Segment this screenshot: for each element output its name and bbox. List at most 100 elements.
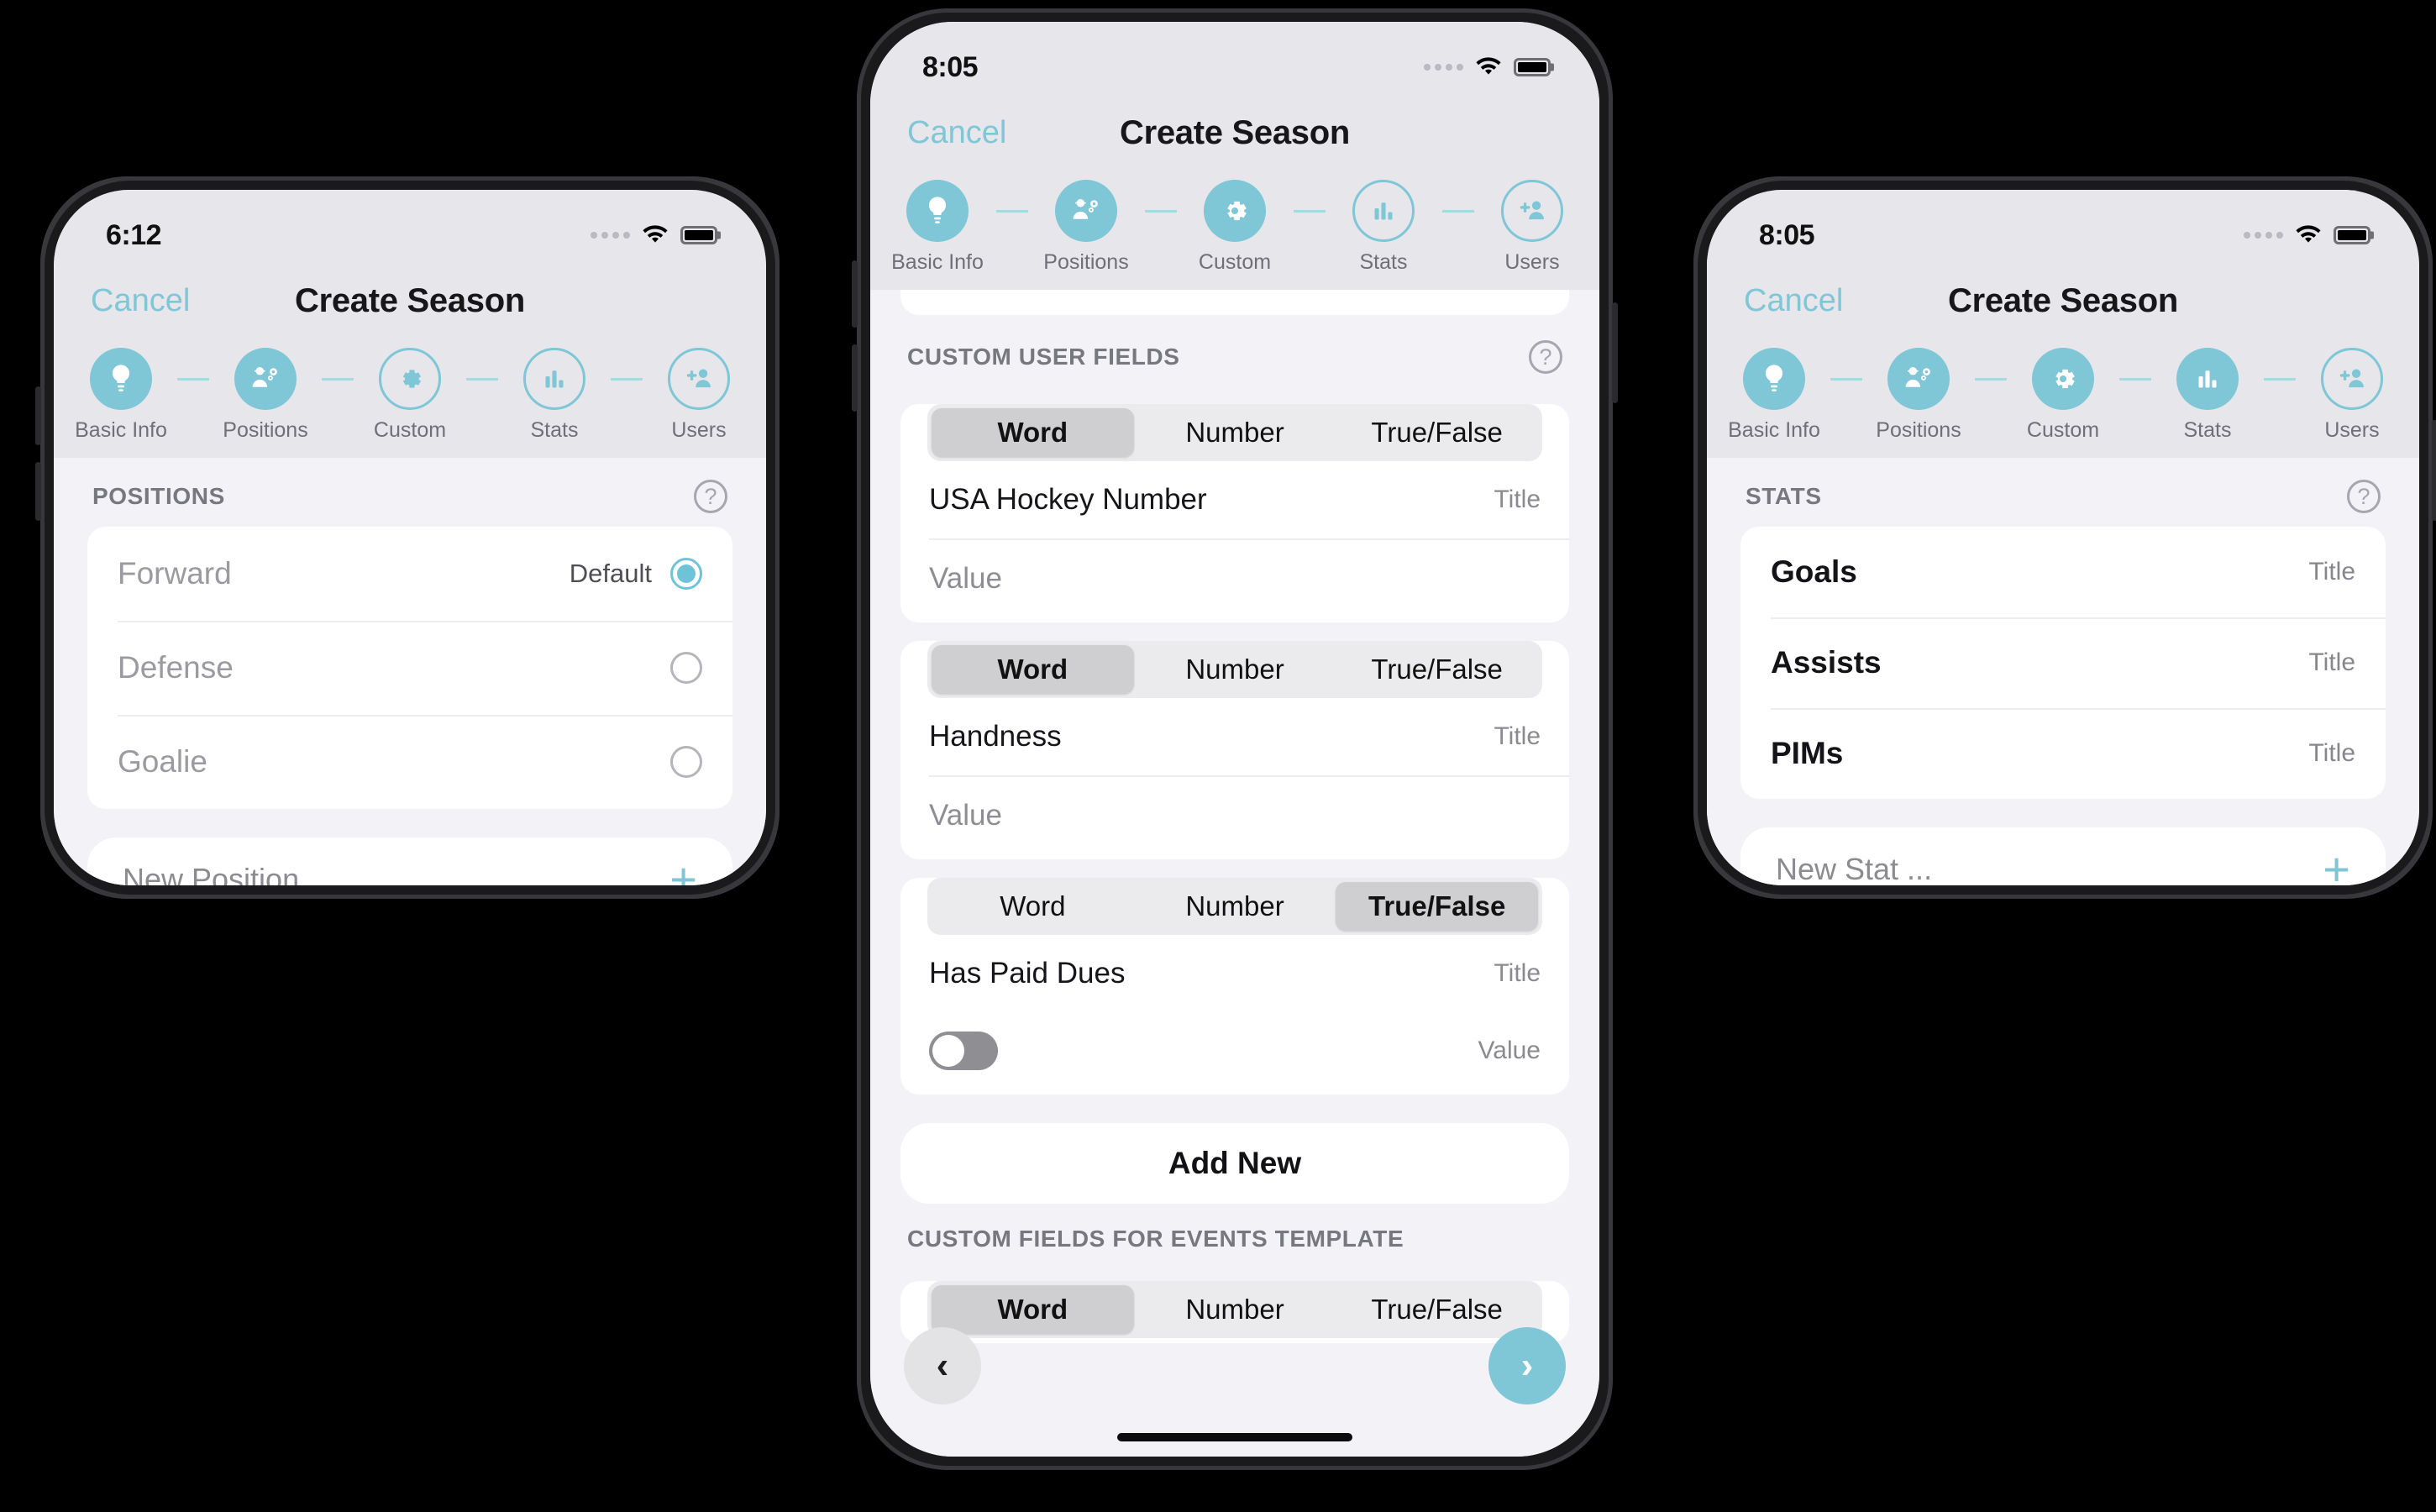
new-stat-input-row[interactable]: New Stat ... + — [1740, 827, 2386, 885]
position-label: Goalie — [118, 744, 207, 779]
custom-field-card: Word Number True/False Has Paid Dues Tit… — [900, 878, 1569, 1095]
add-new-label: Add New — [1168, 1146, 1302, 1180]
field-title-input[interactable]: Has Paid Dues — [929, 957, 1125, 990]
sidebar-item-positions[interactable]: Positions — [1041, 180, 1131, 275]
segment-true-false[interactable]: True/False — [1336, 882, 1539, 931]
segment-true-false[interactable]: True/False — [1336, 408, 1538, 457]
list-item[interactable]: Assists Title — [1740, 617, 2386, 708]
sidebar-item-basic-info[interactable]: Basic Info — [75, 348, 167, 443]
step-label-basic-info: Basic Info — [1728, 418, 1820, 442]
segment-word[interactable]: Word — [932, 1285, 1134, 1334]
field-type-segmented-control[interactable]: Word Number True/False — [927, 404, 1542, 461]
new-stat-input[interactable]: New Stat ... — [1776, 852, 1932, 885]
volume-up-button[interactable] — [852, 260, 858, 328]
field-value-row[interactable]: Value — [900, 777, 1569, 854]
power-button[interactable] — [1612, 302, 1618, 403]
field-value-input[interactable]: Value — [929, 562, 1002, 596]
segment-number[interactable]: Number — [1134, 1285, 1336, 1334]
segment-word[interactable]: Word — [932, 645, 1134, 694]
list-item[interactable]: Goals Title — [1740, 527, 2386, 617]
add-new-button[interactable]: Add New — [900, 1123, 1569, 1204]
field-title-row[interactable]: Handness Title — [900, 698, 1569, 775]
section-title: CUSTOM USER FIELDS — [907, 344, 1180, 370]
segment-word[interactable]: Word — [932, 882, 1134, 931]
sidebar-item-stats[interactable]: Stats — [2162, 348, 2253, 443]
section-header-positions: POSITIONS ? — [54, 458, 766, 527]
segment-true-false[interactable]: True/False — [1336, 645, 1538, 694]
sidebar-item-users[interactable]: Users — [654, 348, 744, 443]
worker-gears-icon — [1073, 199, 1098, 219]
new-position-input[interactable]: New Position ... — [123, 862, 333, 885]
radio-button[interactable] — [670, 746, 702, 778]
field-title-input[interactable]: Handness — [929, 720, 1062, 753]
list-item[interactable]: PIMs Title — [1740, 708, 2386, 799]
sidebar-item-custom[interactable]: Custom — [2018, 348, 2108, 443]
wifi-icon — [642, 225, 669, 245]
boolean-toggle[interactable] — [929, 1032, 998, 1070]
step-label-users: Users — [671, 418, 727, 442]
field-type-segmented-control[interactable]: Word Number True/False — [927, 1281, 1542, 1338]
segment-true-false[interactable]: True/False — [1336, 1285, 1538, 1334]
position-label: Forward — [118, 556, 232, 591]
lightbulb-icon — [112, 365, 130, 391]
segment-number[interactable]: Number — [1134, 645, 1336, 694]
content-area[interactable]: CUSTOM USER FIELDS ? Word Number True/Fa… — [870, 290, 1599, 1457]
step-label-basic-info: Basic Info — [891, 250, 984, 274]
step-circle-custom — [2032, 348, 2094, 410]
sidebar-item-users[interactable]: Users — [1487, 180, 1578, 275]
field-value-input[interactable]: Value — [929, 799, 1002, 832]
wizard-stepper: Basic Info Positions Custom Stats Users — [1707, 326, 2419, 458]
volume-down-button[interactable] — [852, 344, 858, 412]
list-item[interactable]: Defense — [87, 621, 732, 715]
field-type-segmented-control[interactable]: Word Number True/False — [927, 878, 1542, 935]
sidebar-item-stats[interactable]: Stats — [1338, 180, 1429, 275]
navigation-bar: Cancel Create Season — [54, 264, 766, 326]
volume-up-button[interactable] — [35, 386, 41, 445]
phone-center: 8:05 Cancel Create Season Basic Info Pos… — [852, 8, 1618, 1470]
step-circle-positions — [234, 348, 297, 410]
events-template-field-card: Word Number True/False — [900, 1281, 1569, 1343]
plus-icon[interactable]: + — [2323, 846, 2350, 885]
radio-button[interactable] — [670, 652, 702, 684]
bar-chart-icon — [545, 370, 564, 388]
field-value-row[interactable]: Value — [900, 1012, 1569, 1089]
segment-word[interactable]: Word — [932, 408, 1134, 457]
help-circle-icon[interactable]: ? — [1529, 340, 1562, 374]
radio-button[interactable] — [670, 558, 702, 590]
sidebar-item-basic-info[interactable]: Basic Info — [891, 180, 984, 275]
sidebar-item-custom[interactable]: Custom — [365, 348, 455, 443]
new-position-input-row[interactable]: New Position ... + — [87, 837, 732, 885]
previous-step-button[interactable]: ‹ — [904, 1327, 981, 1404]
step-circle-stats — [2176, 348, 2239, 410]
navigation-bar: Cancel Create Season — [870, 96, 1599, 158]
list-item[interactable]: Goalie — [87, 715, 732, 809]
add-user-icon — [686, 369, 711, 388]
sidebar-item-custom[interactable]: Custom — [1189, 180, 1280, 275]
stat-label: Assists — [1771, 645, 1882, 680]
positions-card: Forward Default Defense Goalie — [87, 527, 732, 809]
step-connector — [1830, 378, 1862, 381]
field-title-row[interactable]: USA Hockey Number Title — [900, 461, 1569, 538]
sidebar-item-positions[interactable]: Positions — [1873, 348, 1964, 443]
sidebar-item-users[interactable]: Users — [2307, 348, 2397, 443]
field-type-segmented-control[interactable]: Word Number True/False — [927, 641, 1542, 698]
step-circle-users — [1501, 180, 1563, 242]
help-circle-icon[interactable]: ? — [694, 480, 727, 513]
sidebar-item-stats[interactable]: Stats — [509, 348, 600, 443]
field-title-input[interactable]: USA Hockey Number — [929, 483, 1207, 517]
field-title-row[interactable]: Has Paid Dues Title — [900, 935, 1569, 1012]
volume-down-button[interactable] — [35, 462, 41, 521]
gear-icon — [2055, 369, 2075, 389]
segment-number[interactable]: Number — [1134, 882, 1336, 931]
next-step-button[interactable]: › — [1488, 1327, 1566, 1404]
segment-number[interactable]: Number — [1134, 408, 1336, 457]
field-value-row[interactable]: Value — [900, 540, 1569, 617]
list-item[interactable]: Forward Default — [87, 527, 732, 621]
help-circle-icon[interactable]: ? — [2347, 480, 2381, 513]
sidebar-item-positions[interactable]: Positions — [220, 348, 311, 443]
custom-field-card: Word Number True/False USA Hockey Number… — [900, 404, 1569, 622]
step-label-custom: Custom — [1198, 250, 1272, 274]
sidebar-item-basic-info[interactable]: Basic Info — [1728, 348, 1820, 443]
plus-icon[interactable]: + — [669, 856, 697, 885]
power-button[interactable] — [2432, 420, 2436, 521]
